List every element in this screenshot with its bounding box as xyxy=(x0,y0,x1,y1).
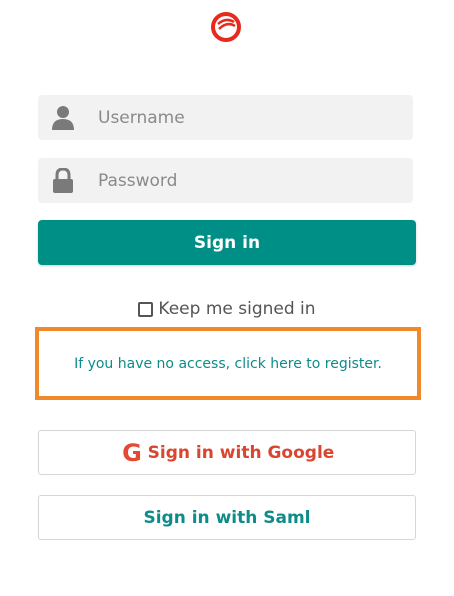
google-signin-label: Sign in with Google xyxy=(147,442,335,463)
username-field[interactable] xyxy=(38,95,413,140)
user-icon xyxy=(52,106,74,130)
register-highlight: If you have no access, click here to reg… xyxy=(35,327,421,400)
register-link[interactable]: If you have no access, click here to reg… xyxy=(74,356,382,372)
saml-signin-button[interactable]: Sign in with Saml xyxy=(38,495,416,540)
lock-icon xyxy=(53,168,73,193)
signin-button[interactable]: Sign in xyxy=(38,220,416,265)
password-input[interactable] xyxy=(98,158,398,203)
logo-icon xyxy=(211,12,241,42)
keep-signed-in-label[interactable]: Keep me signed in xyxy=(158,299,315,319)
google-signin-button[interactable]: G Sign in with Google xyxy=(38,430,416,475)
google-g-icon: G xyxy=(122,439,142,467)
keep-signed-in[interactable]: Keep me signed in xyxy=(0,297,454,321)
saml-signin-label: Sign in with Saml xyxy=(143,507,311,528)
password-field[interactable] xyxy=(38,158,413,203)
username-input[interactable] xyxy=(98,95,398,140)
keep-signed-in-checkbox[interactable] xyxy=(138,301,154,317)
